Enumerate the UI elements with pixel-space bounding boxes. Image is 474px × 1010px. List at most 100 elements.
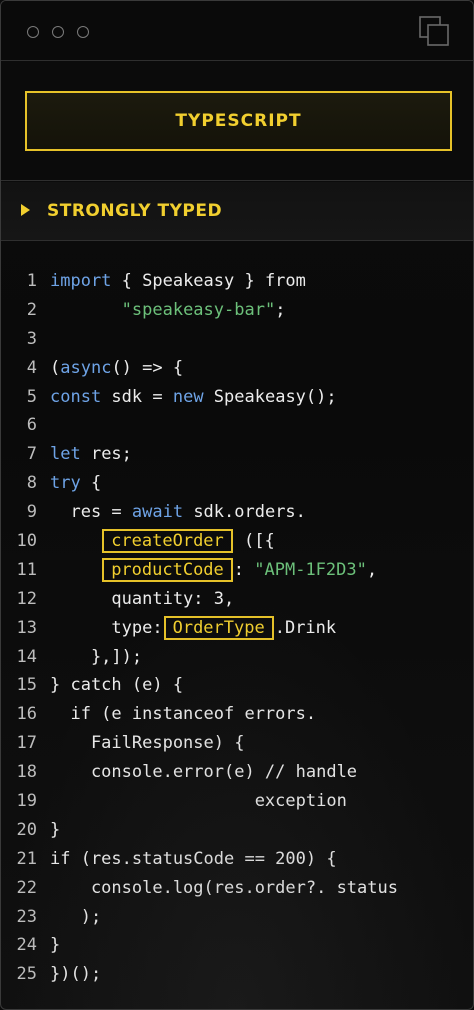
code-token: } <box>50 819 61 840</box>
code-text: } <box>50 931 60 960</box>
code-line: 2 "speakeasy-bar"; <box>1 296 473 325</box>
line-number: 21 <box>16 848 37 869</box>
line-number: 7 <box>26 444 37 465</box>
code-line: 8 try { <box>1 469 473 498</box>
code-token: quantity: 3, <box>50 588 235 609</box>
code-token: if (e instanceof errors. <box>50 704 317 725</box>
code-token: sdk = <box>101 386 173 407</box>
window-dot-icon <box>52 26 64 38</box>
code-text: console.error(e) // handle <box>50 758 357 787</box>
copy-icon[interactable] <box>418 15 450 47</box>
line-number: 13 <box>16 617 37 638</box>
code-token: res = <box>50 502 132 523</box>
string-token: "speakeasy-bar" <box>121 299 276 320</box>
section-label: STRONGLY TYPED <box>47 201 223 221</box>
line-number: 19 <box>16 791 37 812</box>
code-token: FailResponse) { <box>50 733 245 754</box>
code-token: : <box>233 559 255 580</box>
code-text: })(); <box>50 960 101 989</box>
code-text: "speakeasy-bar"; <box>50 296 286 325</box>
code-token: } catch (e) { <box>50 675 184 696</box>
language-tabs: TYPESCRIPT <box>1 61 473 181</box>
code-text: } catch (e) { <box>50 671 183 700</box>
code-text: productCode: "APM-1F2D3", <box>50 556 377 585</box>
code-line: 10 createOrder ([{ <box>1 527 473 556</box>
keyword-token: const <box>50 386 102 407</box>
code-window: TYPESCRIPT STRONGLY TYPED 1 import { Spea… <box>0 0 474 1010</box>
code-token: .Drink <box>274 617 337 638</box>
code-line: 16 if (e instanceof errors. <box>1 700 473 729</box>
code-text: import { Speakeasy } from <box>50 267 306 296</box>
highlighted-token: createOrder <box>102 529 233 554</box>
section-strongly-typed[interactable]: STRONGLY TYPED <box>1 182 473 241</box>
code-text: } <box>50 816 60 845</box>
code-text: type: OrderType .Drink <box>50 614 336 643</box>
code-line: 5 const sdk = new Speakeasy(); <box>1 383 473 412</box>
code-token: res; <box>80 444 132 465</box>
code-text: FailResponse) { <box>50 729 245 758</box>
line-number: 6 <box>26 415 37 436</box>
string-token: "APM-1F2D3" <box>254 559 367 580</box>
keyword-token: try <box>50 473 81 494</box>
code-token: sdk.orders. <box>183 502 306 523</box>
code-text: const sdk = new Speakeasy(); <box>50 383 337 412</box>
code-line: 1 import { Speakeasy } from <box>1 267 473 296</box>
line-number: 25 <box>16 964 37 985</box>
code-token: ; <box>275 299 286 320</box>
code-token: type: <box>50 617 163 638</box>
code-line: 22 console.log(res.order?. status <box>1 874 473 903</box>
line-number: 20 <box>16 819 37 840</box>
code-token: () => { <box>111 357 184 378</box>
code-token: console.log(res.order?. status <box>50 877 398 898</box>
code-text: (async() => { <box>50 354 183 383</box>
code-line: 3 <box>1 325 473 354</box>
highlighted-token: OrderType <box>163 615 274 640</box>
window-dot-icon <box>77 26 89 38</box>
code-token: { Speakeasy } from <box>111 271 306 291</box>
line-number: 24 <box>16 935 37 956</box>
line-number: 17 <box>16 733 37 754</box>
keyword-token: new <box>172 386 204 407</box>
code-text: exception <box>50 787 347 816</box>
line-number: 14 <box>16 646 37 667</box>
code-token: } <box>50 935 61 956</box>
code-line: 15} catch (e) { <box>1 671 473 700</box>
code-line: 14 },]); <box>1 643 473 672</box>
code-token: })(); <box>50 964 102 985</box>
highlighted-token: productCode <box>102 557 233 582</box>
code-line: 7 let res; <box>1 440 473 469</box>
code-text: if (res.statusCode == 200) { <box>50 845 337 874</box>
code-token: { <box>80 473 102 494</box>
keyword-token: import <box>50 271 112 291</box>
code-line: 13 type: OrderType .Drink <box>1 614 473 643</box>
code-text: },]); <box>50 643 142 672</box>
line-number: 9 <box>26 502 37 523</box>
code-line: 6 <box>1 411 473 440</box>
keyword-token: async <box>60 357 112 378</box>
code-line: 20} <box>1 816 473 845</box>
code-text: ); <box>50 903 101 932</box>
window-dot-icon <box>27 26 39 38</box>
code-line: 24} <box>1 931 473 960</box>
code-line: 25 })(); <box>1 960 473 989</box>
code-line: 11 productCode: "APM-1F2D3", <box>1 556 473 585</box>
code-token: if (res.statusCode == 200) { <box>50 848 337 869</box>
code-text: res = await sdk.orders. <box>50 498 306 527</box>
code-token: ); <box>50 906 102 927</box>
line-number: 10 <box>16 531 37 552</box>
code-block: 1 import { Speakeasy } from 2 "speakeasy-b… <box>1 267 473 990</box>
code-line: 19 exception <box>1 787 473 816</box>
code-text: try { <box>50 469 101 498</box>
tab-typescript[interactable]: TYPESCRIPT <box>25 91 452 151</box>
code-token: },]); <box>50 646 143 667</box>
code-text: console.log(res.order?. status <box>50 874 398 903</box>
code-text: createOrder ([{ <box>50 527 275 556</box>
code-line: 18 console.error(e) // handle <box>1 758 473 787</box>
line-number: 5 <box>26 386 37 407</box>
line-number: 4 <box>26 357 37 378</box>
code-token: Speakeasy(); <box>203 386 337 407</box>
line-number: 16 <box>16 704 37 725</box>
